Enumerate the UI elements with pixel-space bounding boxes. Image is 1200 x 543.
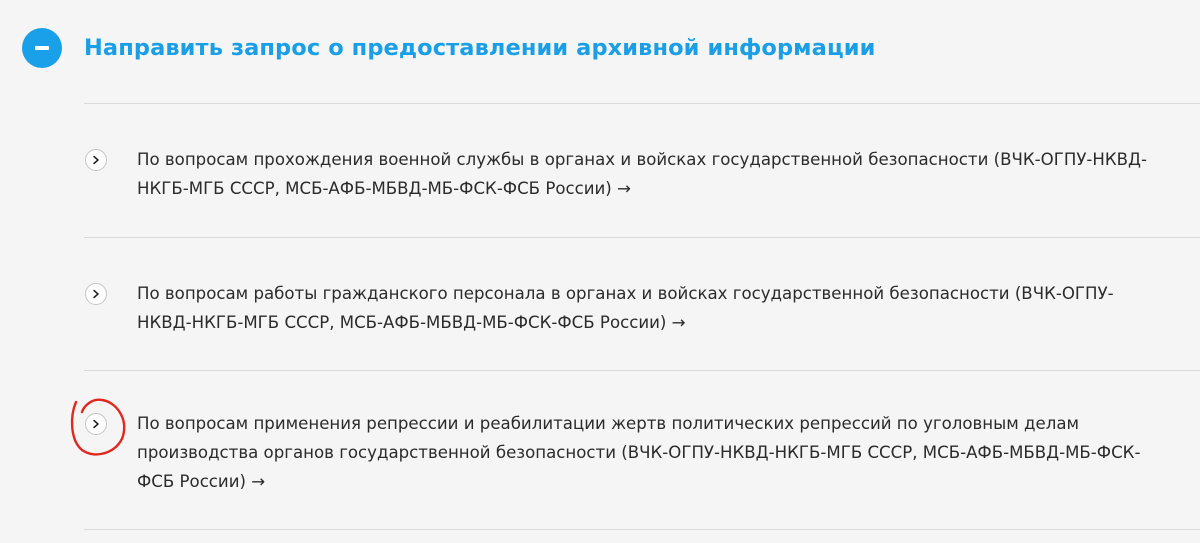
- request-list: По вопросам прохождения военной службы в…: [84, 103, 1200, 530]
- divider: [84, 529, 1200, 530]
- list-item-link[interactable]: По вопросам прохождения военной службы в…: [137, 145, 1147, 203]
- list-item-link[interactable]: По вопросам применения репрессии и реаби…: [137, 409, 1147, 496]
- list-item-military-service[interactable]: По вопросам прохождения военной службы в…: [84, 104, 1200, 237]
- section-title[interactable]: Направить запрос о предоставлении архивн…: [84, 35, 875, 61]
- page: Направить запрос о предоставлении архивн…: [0, 0, 1200, 543]
- minus-bar: [35, 46, 49, 50]
- chevron-right-icon[interactable]: [85, 149, 107, 171]
- minus-icon[interactable]: [22, 28, 62, 68]
- chevron-right-icon[interactable]: [85, 413, 107, 435]
- list-item-link[interactable]: По вопросам работы гражданского персонал…: [137, 279, 1147, 337]
- accordion-header[interactable]: Направить запрос о предоставлении архивн…: [22, 28, 875, 68]
- chevron-right-icon[interactable]: [85, 283, 107, 305]
- list-item-repressions[interactable]: По вопросам применения репрессии и реаби…: [84, 371, 1200, 529]
- list-item-civilian-staff[interactable]: По вопросам работы гражданского персонал…: [84, 238, 1200, 370]
